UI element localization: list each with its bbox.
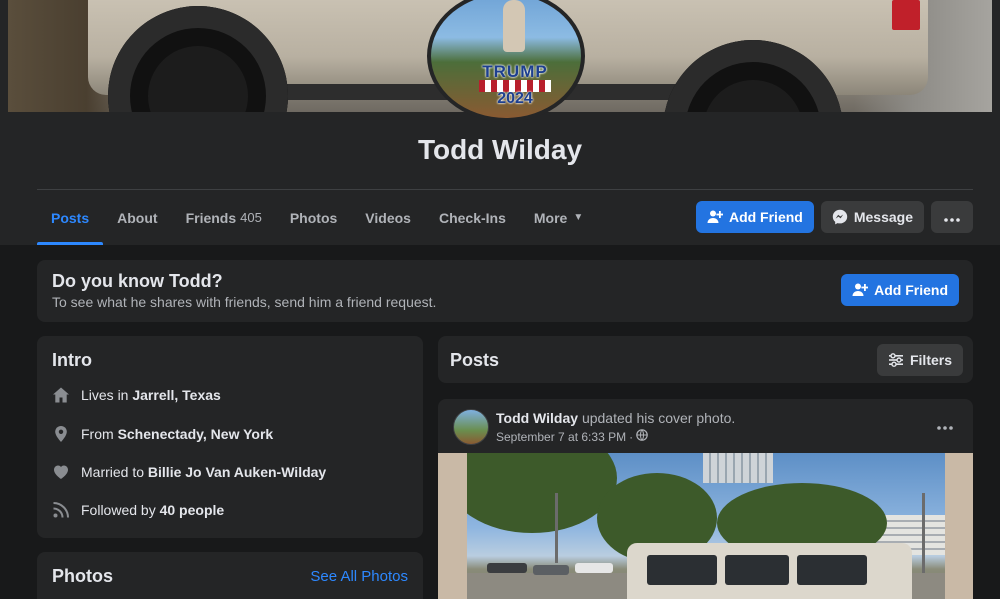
- tab-check-ins-label: Check-Ins: [438, 209, 506, 226]
- cover-taillight: [892, 0, 920, 30]
- avatar-sign: TRUMP 2024: [477, 62, 553, 110]
- photo-car: [487, 563, 527, 573]
- friend-request-banner: Do you know Todd? To see what he shares …: [37, 260, 973, 322]
- add-friend-button[interactable]: Add Friend: [695, 201, 814, 233]
- banner-add-friend-label: Add Friend: [874, 282, 948, 298]
- see-all-photos-link[interactable]: See All Photos: [310, 568, 408, 585]
- banner-subtitle: To see what he shares with friends, send…: [52, 294, 437, 310]
- profile-tabs: Posts About Friends 405 Photos Videos Ch…: [37, 190, 597, 245]
- photo-car: [533, 565, 569, 575]
- tab-about-label: About: [117, 209, 158, 226]
- intro-from-value[interactable]: Schenectady, New York: [118, 426, 274, 442]
- post-card: Todd Wilday updated his cover photo. Sep…: [438, 399, 973, 599]
- ellipsis-icon: [944, 209, 960, 225]
- ellipsis-icon: [937, 417, 953, 434]
- post-timestamp[interactable]: September 7 at 6:33 PM: [496, 430, 626, 444]
- add-friend-label: Add Friend: [728, 209, 803, 225]
- photo-jeep: [627, 543, 912, 599]
- photo-jeep-window: [725, 555, 789, 585]
- intro-followed-prefix: Followed by: [81, 502, 156, 518]
- banner-title: Do you know Todd?: [52, 271, 223, 291]
- photo-jeep-window: [647, 555, 717, 585]
- photo-light-pole: [555, 493, 558, 563]
- tab-posts-label: Posts: [51, 209, 90, 226]
- avatar-sign-line2: 2024: [497, 90, 533, 107]
- post-photo[interactable]: [438, 453, 973, 599]
- tab-check-ins[interactable]: Check-Ins: [425, 190, 520, 245]
- filters-label: Filters: [909, 352, 952, 368]
- intro-married-prefix: Married to: [81, 464, 145, 480]
- profile-header: TRUMP 2024 Todd Wilday Posts About Frien…: [0, 0, 1000, 245]
- home-icon: [51, 385, 71, 405]
- post-photo-scene: [467, 453, 945, 599]
- heart-icon: [51, 462, 71, 482]
- intro-lives-value[interactable]: Jarrell, Texas: [132, 387, 220, 403]
- tab-videos-label: Videos: [365, 209, 411, 226]
- tab-more[interactable]: More ▼: [520, 190, 597, 245]
- intro-followed-value[interactable]: 40 people: [160, 502, 225, 518]
- tab-more-label: More: [533, 209, 568, 226]
- intro-married-value[interactable]: Billie Jo Van Auken-Wilday: [148, 464, 326, 480]
- photo-car: [575, 563, 613, 573]
- intro-title: Intro: [52, 350, 92, 370]
- posts-header: Posts Filters: [438, 336, 973, 383]
- photo-jeep-window: [797, 555, 867, 585]
- profile-more-button[interactable]: [931, 201, 973, 233]
- photo-utility-pole: [922, 493, 925, 573]
- post-author-name[interactable]: Todd Wilday: [496, 410, 578, 426]
- tab-friends[interactable]: Friends 405: [172, 190, 276, 245]
- post-header-text: Todd Wilday updated his cover photo.: [496, 410, 735, 426]
- tab-friends-label: Friends: [185, 209, 237, 226]
- globe-icon[interactable]: [636, 429, 648, 444]
- intro-from-prefix: From: [81, 426, 114, 442]
- post-author-avatar[interactable]: [453, 409, 489, 445]
- tab-posts[interactable]: Posts: [37, 190, 104, 245]
- message-button[interactable]: Message: [820, 201, 924, 233]
- posts-title: Posts: [450, 350, 500, 370]
- header-actions: Add Friend Message: [695, 201, 973, 233]
- avatar-sign-line1: TRUMP: [482, 62, 548, 81]
- tab-videos[interactable]: Videos: [351, 190, 425, 245]
- caret-down-icon: ▼: [573, 212, 584, 223]
- add-friend-icon: [707, 209, 723, 225]
- messenger-icon: [832, 209, 848, 225]
- filters-button[interactable]: Filters: [876, 344, 963, 376]
- location-pin-icon: [51, 424, 71, 444]
- photos-title: Photos: [52, 566, 113, 586]
- message-label: Message: [853, 209, 913, 225]
- avatar-person: [503, 0, 525, 52]
- banner-add-friend-button[interactable]: Add Friend: [841, 274, 959, 306]
- add-friend-icon: [852, 282, 869, 298]
- photo-building-tower: [703, 453, 773, 483]
- post-action-text: updated his cover photo.: [581, 410, 736, 426]
- intro-married-to: Married to Billie Jo Van Auken-Wilday: [51, 461, 326, 483]
- tab-photos[interactable]: Photos: [276, 190, 351, 245]
- intro-lives-prefix: Lives in: [81, 387, 129, 403]
- photo-tree-left: [467, 453, 617, 533]
- photos-card: Photos See All Photos: [37, 552, 423, 599]
- intro-from: From Schenectady, New York: [51, 423, 273, 445]
- post-menu-button[interactable]: [937, 417, 953, 435]
- profile-name: Todd Wilday: [417, 134, 583, 165]
- tab-about[interactable]: About: [103, 190, 171, 245]
- rss-feed-icon: [51, 500, 71, 520]
- post-meta: September 7 at 6:33 PM ·: [496, 429, 648, 444]
- friends-count: 405: [240, 210, 262, 225]
- filters-icon: [888, 352, 904, 368]
- intro-card: Intro Lives in Jarrell, Texas From Schen…: [37, 336, 423, 538]
- intro-lives-in: Lives in Jarrell, Texas: [51, 384, 221, 406]
- intro-followed-by: Followed by 40 people: [51, 499, 224, 521]
- tab-photos-label: Photos: [289, 209, 338, 226]
- post-meta-separator: ·: [629, 429, 634, 444]
